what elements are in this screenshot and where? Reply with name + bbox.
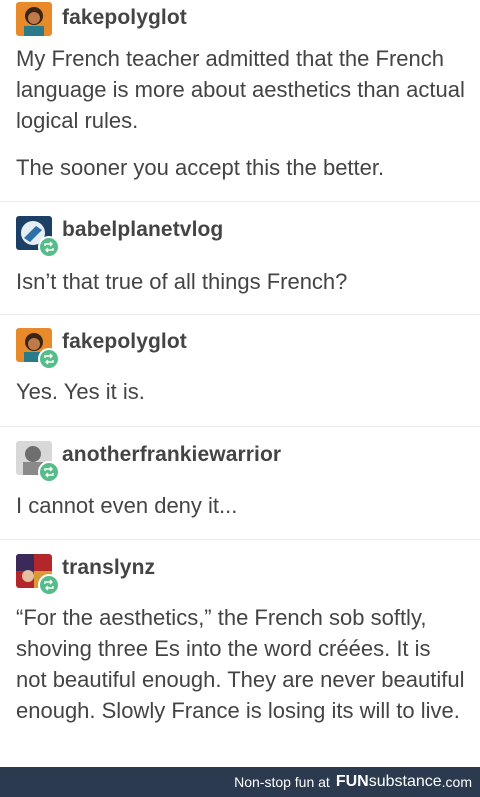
post-text: I cannot even deny it... [16,493,238,518]
footer-brand-sub: substance [368,773,442,790]
post-text: Isn’t that true of all things French? [16,269,348,294]
post-text: My French teacher admitted that the Fren… [16,46,465,133]
post-text: The sooner you accept this the better. [16,155,385,180]
reblog-icon [38,348,60,370]
post-text: “For the aesthetics,” the French sob sof… [16,605,465,723]
user-avatar-icon [16,2,52,36]
footer-banner: Non-stop fun at FUNsubstance .com [0,767,480,797]
post-5-header: translynz [16,554,456,596]
reblog-icon [38,461,60,483]
footer-domain: .com [441,774,472,790]
post-2-header: babelplanetvlog [16,216,456,258]
footer-brand-main: FUN [335,773,369,790]
footer-tagline: Non-stop fun at [234,774,330,790]
username[interactable]: babelplanetvlog [62,216,223,244]
footer-brand[interactable]: FUNsubstance [336,773,442,791]
post-text: Yes. Yes it is. [16,379,145,404]
divider [0,201,480,202]
divider [0,539,480,540]
username[interactable]: anotherfrankiewarrior [62,441,281,469]
username[interactable]: fakepolyglot [62,4,187,32]
avatar[interactable] [16,2,52,36]
divider [0,314,480,315]
reblog-icon [38,574,60,596]
post-1-header: fakepolyglot [16,2,456,36]
username[interactable]: fakepolyglot [62,328,187,356]
reblog-icon [38,236,60,258]
divider [0,426,480,427]
post-3-header: fakepolyglot [16,328,456,370]
username[interactable]: translynz [62,554,155,582]
post-4-header: anotherfrankiewarrior [16,441,456,483]
